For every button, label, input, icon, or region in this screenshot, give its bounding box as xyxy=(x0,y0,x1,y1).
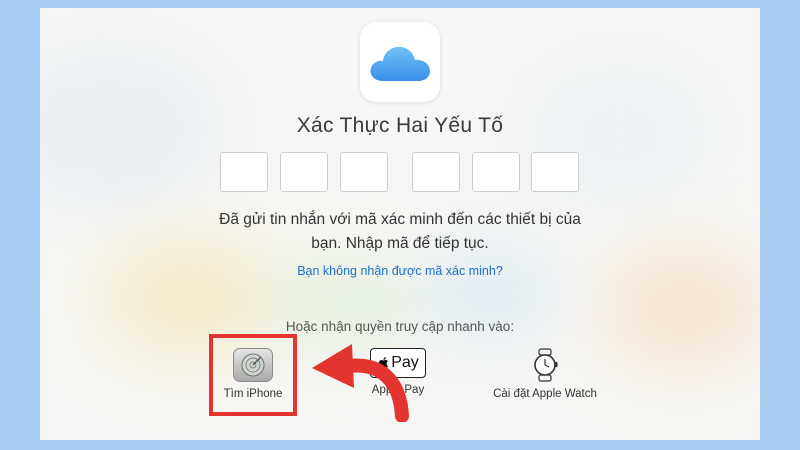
code-digit-2-input[interactable] xyxy=(280,152,328,192)
resend-code-link[interactable]: Bạn không nhận được mã xác minh? xyxy=(40,264,760,278)
quick-access-label: Hoặc nhận quyền truy cập nhanh vào: xyxy=(285,319,515,334)
icloud-icon xyxy=(370,46,430,81)
highlight-box xyxy=(209,334,297,416)
message-line-2: bạn. Nhập mã để tiếp tục. xyxy=(311,235,489,252)
icloud-app-icon xyxy=(360,22,440,102)
apple-watch-label: Cài đặt Apple Watch xyxy=(493,388,597,400)
apple-watch-option[interactable]: Cài đặt Apple Watch xyxy=(480,348,610,400)
code-digit-6-input[interactable] xyxy=(531,152,579,192)
page-title: Xác Thực Hai Yếu Tố xyxy=(296,114,504,137)
verification-message: Đã gửi tin nhắn với mã xác minh đến các … xyxy=(40,208,760,256)
two-factor-page: Xác Thực Hai Yếu Tố Đã gửi tin nhắn với … xyxy=(40,8,760,440)
code-digit-3-input[interactable] xyxy=(340,152,388,192)
message-line-1: Đã gửi tin nhắn với mã xác minh đến các … xyxy=(219,211,581,228)
apple-watch-icon xyxy=(525,348,565,382)
annotation-arrow-icon xyxy=(312,344,409,422)
code-digit-5-input[interactable] xyxy=(472,152,520,192)
code-digit-1-input[interactable] xyxy=(220,152,268,192)
code-digit-4-input[interactable] xyxy=(412,152,460,192)
